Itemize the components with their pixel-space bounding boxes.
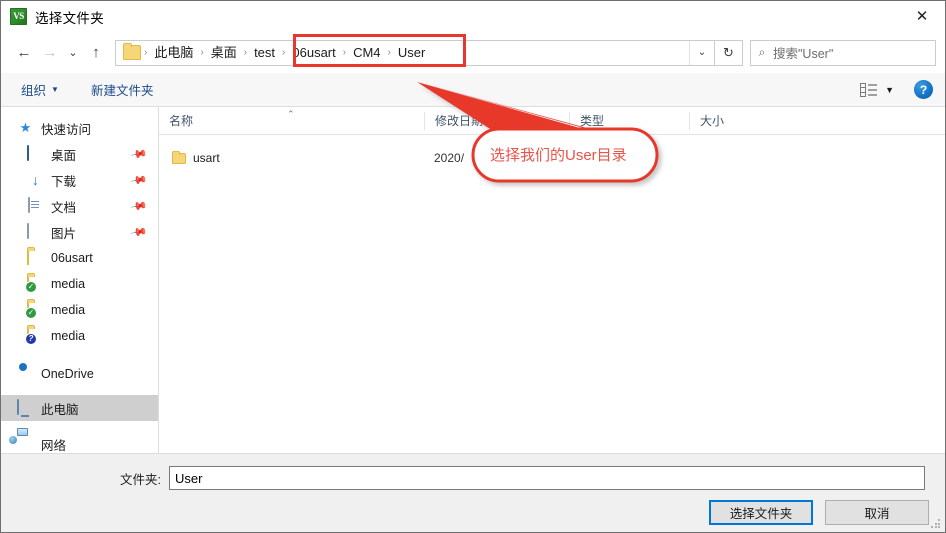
sidebar-item-label: 桌面 [51, 148, 77, 163]
address-bar-right: ⌄ [689, 40, 714, 65]
view-mode-icon[interactable] [860, 82, 878, 97]
dialog-footer: 文件夹: User 选择文件夹 取消 [1, 453, 945, 532]
close-icon[interactable]: ✕ [899, 1, 945, 32]
sidebar-item-this-pc[interactable]: 此电脑 [1, 395, 158, 421]
column-header-date[interactable]: 修改日期 [424, 111, 569, 130]
column-header-type-label: 类型 [580, 113, 605, 128]
downloads-icon: ↓ [32, 172, 39, 188]
sidebar-item-documents[interactable]: 文档 📌 [1, 193, 158, 219]
refresh-icon[interactable]: ↻ [715, 39, 743, 66]
column-header-name-label: 名称 [169, 113, 194, 128]
command-bar: 组织 ▼ 新建文件夹 ▼ ? [1, 73, 945, 107]
breadcrumb-item-0[interactable]: 此电脑 [148, 41, 199, 65]
title-bar: VS 选择文件夹 ✕ [1, 1, 945, 32]
address-bar[interactable]: › 此电脑 › 桌面 › test › 06usart › CM4 › User… [115, 39, 715, 66]
network-icon [17, 436, 34, 452]
star-pin-icon: ★ [19, 120, 32, 135]
dialog-button-row: 选择文件夹 取消 [709, 500, 929, 525]
sidebar-item-label: media [51, 277, 86, 291]
sidebar-item-desktop[interactable]: 桌面 📌 [1, 141, 158, 167]
folder-name-row: 文件夹: User [1, 466, 945, 490]
sidebar-item-label: 图片 [51, 226, 77, 241]
sidebar-item-label: 此电脑 [41, 402, 79, 417]
sidebar-item-label: OneDrive [41, 367, 94, 381]
organize-button[interactable]: 组织 ▼ [17, 80, 63, 99]
sort-ascending-icon: ⌃ [287, 108, 295, 119]
search-icon: ⌕ [758, 45, 766, 59]
column-header-size[interactable]: 大小 [689, 111, 769, 130]
breadcrumb-item-4[interactable]: CM4 [347, 41, 386, 65]
organize-label: 组织 [21, 84, 47, 98]
search-input[interactable]: 搜索"User" [773, 43, 833, 62]
vs-app-icon-label: VS [13, 11, 24, 21]
sidebar-item-label: media [51, 329, 86, 343]
sidebar-item-media-3[interactable]: ? media [1, 323, 158, 349]
folder-synced-icon: ✓ [26, 301, 44, 318]
sidebar-item-onedrive[interactable]: OneDrive [1, 361, 158, 387]
cancel-button[interactable]: 取消 [825, 500, 929, 525]
select-folder-button[interactable]: 选择文件夹 [709, 500, 813, 525]
callout-text: 选择我们的User目录 [490, 147, 627, 164]
navigation-sidebar: ★ 快速访问 桌面 📌 ↓ 下载 📌 文档 📌 图片 📌 06usart ✓ m… [1, 107, 159, 453]
column-header-type[interactable]: 类型 [569, 111, 689, 130]
back-arrow-icon[interactable]: ← [11, 39, 37, 67]
folder-icon [123, 43, 141, 60]
window-title: 选择文件夹 [35, 10, 104, 26]
pin-icon[interactable]: 📌 [130, 171, 149, 190]
documents-icon [27, 197, 44, 214]
resize-grip[interactable] [931, 519, 941, 529]
main-content: ★ 快速访问 桌面 📌 ↓ 下载 📌 文档 📌 图片 📌 06usart ✓ m… [1, 107, 945, 453]
navigation-bar: ← → ⌄ ↑ › 此电脑 › 桌面 › test › 06usart › CM… [1, 32, 945, 73]
view-mode-chevron-down-icon[interactable]: ▼ [885, 85, 894, 95]
this-pc-icon [17, 399, 34, 416]
sidebar-item-label: 网络 [41, 438, 67, 453]
chevron-down-icon: ▼ [51, 85, 59, 94]
breadcrumb-item-5[interactable]: User [392, 41, 431, 65]
file-row-name: usart [193, 151, 220, 165]
folder-field-label: 文件夹: [120, 472, 161, 487]
sidebar-item-quick-access[interactable]: ★ 快速访问 [1, 115, 158, 141]
up-arrow-icon[interactable]: ↑ [83, 39, 109, 67]
folder-name-input[interactable]: User [169, 466, 925, 490]
sidebar-item-pictures[interactable]: 图片 📌 [1, 219, 158, 245]
pin-icon[interactable]: 📌 [130, 223, 149, 242]
column-header-size-label: 大小 [700, 113, 725, 128]
folder-icon [27, 249, 44, 266]
command-bar-right: ▼ ? [860, 80, 933, 99]
sidebar-item-network[interactable]: 网络 [1, 431, 158, 453]
folder-synced-icon: ✓ [26, 275, 44, 292]
forward-arrow-icon[interactable]: → [37, 39, 63, 67]
folder-unknown-icon: ? [26, 327, 44, 344]
sidebar-item-media-2[interactable]: ✓ media [1, 297, 158, 323]
breadcrumb-item-1[interactable]: 桌面 [205, 41, 243, 65]
file-row-name-cell: usart [159, 151, 424, 165]
address-dropdown-chevron-down-icon[interactable]: ⌄ [689, 40, 714, 65]
sidebar-item-downloads[interactable]: ↓ 下载 📌 [1, 167, 158, 193]
column-header-row: 名称 ⌃ 修改日期 类型 大小 [159, 107, 945, 135]
breadcrumb-item-2[interactable]: test [248, 41, 281, 65]
folder-icon [172, 151, 186, 164]
sidebar-item-label: 下载 [51, 174, 77, 189]
column-header-date-label: 修改日期 [435, 113, 484, 128]
column-header-name[interactable]: 名称 ⌃ [159, 109, 424, 130]
sidebar-item-label: media [51, 303, 86, 317]
pictures-icon [27, 223, 44, 240]
new-folder-button[interactable]: 新建文件夹 [87, 80, 158, 99]
help-icon[interactable]: ? [914, 80, 933, 99]
sidebar-item-label: 快速访问 [41, 122, 92, 137]
new-folder-label: 新建文件夹 [90, 84, 154, 98]
recent-locations-chevron-down-icon[interactable]: ⌄ [63, 39, 83, 67]
desktop-icon [27, 145, 44, 162]
breadcrumb-item-3[interactable]: 06usart [286, 41, 341, 65]
sidebar-item-06usart[interactable]: 06usart [1, 245, 158, 271]
folder-picker-dialog: VS 选择文件夹 ✕ ← → ⌄ ↑ › 此电脑 › 桌面 › test › 0… [0, 0, 946, 533]
search-box[interactable]: ⌕ 搜索"User" [750, 39, 936, 66]
vs-app-icon: VS [10, 8, 27, 25]
sidebar-item-media-1[interactable]: ✓ media [1, 271, 158, 297]
onedrive-icon [17, 366, 34, 382]
pin-icon[interactable]: 📌 [130, 145, 149, 164]
sidebar-item-label: 文档 [51, 200, 77, 215]
sidebar-item-label: 06usart [51, 251, 93, 265]
pin-icon[interactable]: 📌 [130, 197, 149, 216]
